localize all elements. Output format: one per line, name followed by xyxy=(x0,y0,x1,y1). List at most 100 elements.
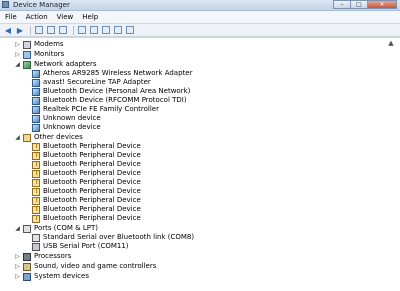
tree-leaf-network-adapter[interactable]: Unknown device xyxy=(30,114,101,123)
device-label: Bluetooth Peripheral Device xyxy=(43,142,141,150)
device-label: Bluetooth Peripheral Device xyxy=(43,187,141,195)
tree-node-modems[interactable]: ▷ Modems xyxy=(14,40,64,49)
tree-leaf-other-device[interactable]: Bluetooth Peripheral Device xyxy=(30,151,141,160)
help-icon[interactable] xyxy=(58,25,68,35)
expand-icon[interactable]: ▷ xyxy=(14,50,21,59)
forward-arrow-icon[interactable]: ▶ xyxy=(15,25,25,35)
device-label: Bluetooth Peripheral Device xyxy=(43,205,141,213)
tree-leaf-other-device[interactable]: Bluetooth Peripheral Device xyxy=(30,205,141,214)
tree-node-label: Network adapters xyxy=(34,60,97,68)
menu-file[interactable]: File xyxy=(0,11,21,23)
tree-leaf-network-adapter[interactable]: Unknown device xyxy=(30,123,101,132)
modem-icon xyxy=(23,40,31,49)
enable-icon[interactable] xyxy=(125,25,135,35)
tree-leaf-network-adapter[interactable]: Realtek PCIe FE Family Controller xyxy=(30,105,159,114)
network-adapter-icon xyxy=(23,60,31,69)
unknown-device-warning-icon xyxy=(32,151,40,160)
tree-node-label: System devices xyxy=(34,272,89,280)
expand-icon[interactable]: ▷ xyxy=(14,252,21,261)
menu-bar: File Action View Help xyxy=(0,11,400,24)
tree-leaf-other-device[interactable]: Bluetooth Peripheral Device xyxy=(30,196,141,205)
title-bar[interactable]: Device Manager – □ ✕ xyxy=(0,0,400,11)
tree-node-label: Other devices xyxy=(34,133,83,141)
uninstall-icon[interactable] xyxy=(113,25,123,35)
menu-action[interactable]: Action xyxy=(21,11,52,23)
device-label: Bluetooth Device (Personal Area Network) xyxy=(43,87,191,95)
tree-leaf-other-device[interactable]: Bluetooth Peripheral Device xyxy=(30,160,141,169)
tree-leaf-other-device[interactable]: Bluetooth Peripheral Device xyxy=(30,169,141,178)
tree-node-label: Ports (COM & LPT) xyxy=(34,224,98,232)
usb-serial-icon xyxy=(32,242,40,251)
back-arrow-icon[interactable]: ◀ xyxy=(3,25,13,35)
unknown-device-warning-icon xyxy=(32,169,40,178)
tree-leaf-other-device[interactable]: Bluetooth Peripheral Device xyxy=(30,142,141,151)
scroll-up-icon[interactable]: ▲ xyxy=(386,38,396,48)
unknown-device-warning-icon xyxy=(32,214,40,223)
tree-node-processors[interactable]: ▷ Processors xyxy=(14,252,71,261)
monitor-icon xyxy=(23,50,31,59)
device-label: Bluetooth Peripheral Device xyxy=(43,169,141,177)
tree-node-network-adapters[interactable]: ◢ Network adapters xyxy=(14,60,97,69)
tree-node-monitors[interactable]: ▷ Monitors xyxy=(14,50,64,59)
serial-port-icon xyxy=(32,233,40,242)
device-label: Bluetooth Peripheral Device xyxy=(43,160,141,168)
collapse-icon[interactable]: ◢ xyxy=(14,60,21,69)
window-controls: – □ ✕ xyxy=(333,0,397,9)
disable-icon[interactable] xyxy=(101,25,111,35)
tree-leaf-port[interactable]: USB Serial Port (COM11) xyxy=(30,242,129,251)
tree-node-ports[interactable]: ◢ Ports (COM & LPT) xyxy=(14,224,98,233)
scan-hardware-icon[interactable] xyxy=(77,25,87,35)
maximize-button[interactable]: □ xyxy=(350,0,368,9)
tree-node-label: Monitors xyxy=(34,50,65,58)
tree-leaf-network-adapter[interactable]: Bluetooth Device (Personal Area Network) xyxy=(30,87,190,96)
show-hide-tree-icon[interactable] xyxy=(34,25,44,35)
network-card-icon xyxy=(32,69,40,78)
device-label: Bluetooth Peripheral Device xyxy=(43,196,141,204)
tree-leaf-other-device[interactable]: Bluetooth Peripheral Device xyxy=(30,178,141,187)
tree-leaf-port[interactable]: Standard Serial over Bluetooth link (COM… xyxy=(30,233,194,242)
toolbar-separator xyxy=(30,25,31,35)
device-label: USB Serial Port (COM11) xyxy=(43,242,129,250)
tree-leaf-network-adapter[interactable]: avast! SecureLine TAP Adapter xyxy=(30,78,151,87)
unknown-device-warning-icon xyxy=(32,196,40,205)
network-card-icon xyxy=(32,105,40,114)
unknown-device-warning-icon xyxy=(32,178,40,187)
unknown-device-warning-icon xyxy=(32,205,40,214)
tree-leaf-other-device[interactable]: Bluetooth Peripheral Device xyxy=(30,187,141,196)
close-button[interactable]: ✕ xyxy=(367,0,397,9)
collapse-icon[interactable]: ◢ xyxy=(14,133,21,142)
tree-node-system-devices[interactable]: ▷ System devices xyxy=(14,272,89,281)
device-label: Bluetooth Peripheral Device xyxy=(43,151,141,159)
device-label: Bluetooth Peripheral Device xyxy=(43,178,141,186)
device-label: Unknown device xyxy=(43,114,101,122)
device-label: Bluetooth Peripheral Device xyxy=(43,214,141,222)
expand-icon[interactable]: ▷ xyxy=(14,262,21,271)
network-card-icon xyxy=(32,78,40,87)
update-driver-icon[interactable] xyxy=(89,25,99,35)
unknown-device-warning-icon xyxy=(32,160,40,169)
other-devices-icon xyxy=(23,133,31,142)
collapse-icon[interactable]: ◢ xyxy=(14,224,21,233)
network-card-icon xyxy=(32,114,40,123)
expand-icon[interactable]: ▷ xyxy=(14,40,21,49)
menu-view[interactable]: View xyxy=(52,11,78,23)
unknown-device-warning-icon xyxy=(32,187,40,196)
expand-icon[interactable]: ▷ xyxy=(14,272,21,281)
tree-leaf-network-adapter[interactable]: Atheros AR9285 Wireless Network Adapter xyxy=(30,69,192,78)
tree-leaf-network-adapter[interactable]: Bluetooth Device (RFCOMM Protocol TDI) xyxy=(30,96,187,105)
toolbar-separator xyxy=(73,25,74,35)
window-title: Device Manager xyxy=(13,1,70,9)
network-card-icon xyxy=(32,96,40,105)
tree-node-label: Processors xyxy=(34,252,72,260)
tree-leaf-other-device[interactable]: Bluetooth Peripheral Device xyxy=(30,214,141,223)
properties-icon[interactable] xyxy=(46,25,56,35)
tree-node-sound[interactable]: ▷ Sound, video and game controllers xyxy=(14,262,156,271)
minimize-button[interactable]: – xyxy=(333,0,351,9)
device-label: Bluetooth Device (RFCOMM Protocol TDI) xyxy=(43,96,187,104)
device-tree[interactable]: ▲ ▷ Modems ▷ Monitors ◢ Network adapters… xyxy=(0,38,400,291)
menu-help[interactable]: Help xyxy=(77,11,102,23)
tree-node-other-devices[interactable]: ◢ Other devices xyxy=(14,133,83,142)
system-devices-icon xyxy=(23,272,31,281)
device-manager-icon xyxy=(2,1,9,8)
device-label: Atheros AR9285 Wireless Network Adapter xyxy=(43,69,193,77)
